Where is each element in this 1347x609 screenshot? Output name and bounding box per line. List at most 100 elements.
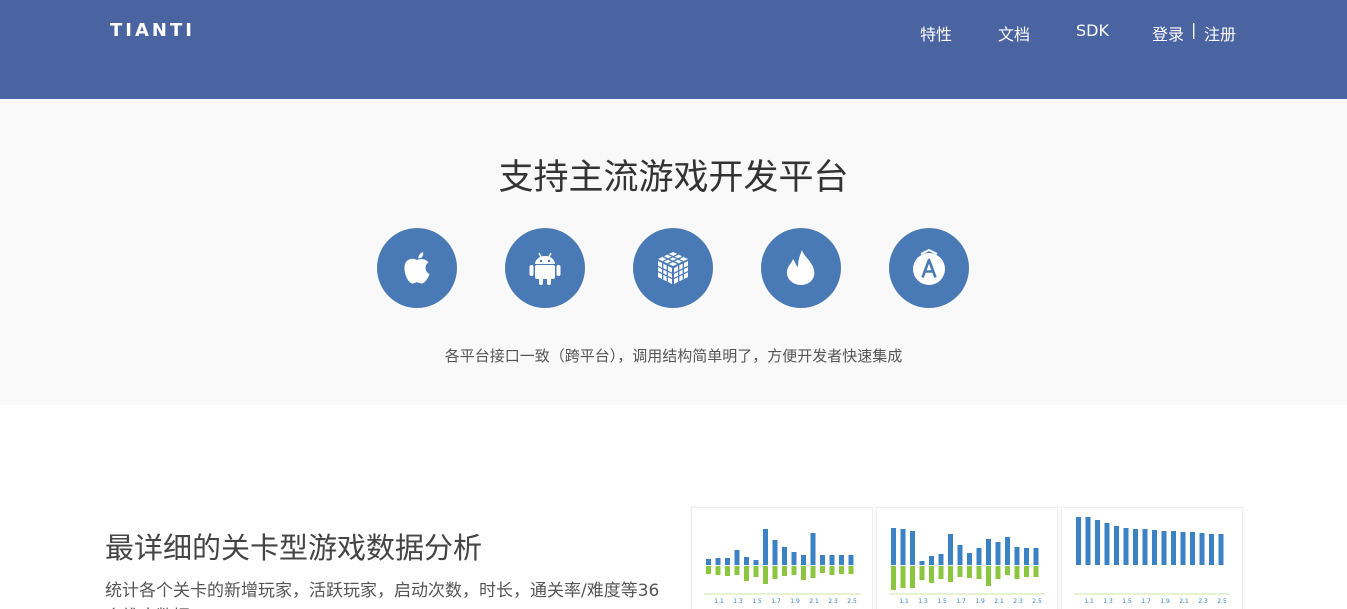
bar-positive bbox=[910, 531, 915, 565]
nav-sdk[interactable]: SDK bbox=[1076, 21, 1109, 40]
x-tick-label: 2.3 bbox=[1198, 598, 1208, 605]
flame-icon bbox=[786, 250, 815, 285]
flame-platform-badge[interactable] bbox=[761, 228, 841, 308]
bar-negative bbox=[791, 566, 797, 575]
x-tick-label: 1.7 bbox=[956, 598, 966, 605]
bar-negative bbox=[753, 566, 759, 577]
bar-negative bbox=[801, 566, 806, 580]
bar-positive bbox=[1033, 548, 1039, 565]
chart-thumbnail-3[interactable]: 1.1 1.3 1.5 1.7 1.9 2.1 2.3 2.5 bbox=[1061, 507, 1243, 609]
bar-negative bbox=[848, 566, 854, 574]
nav-features[interactable]: 特性 bbox=[920, 21, 952, 45]
platform-section: 支持主流游戏开发平台 各平台接口一致（跨平台），调用结构简单明了，方便开发者快速… bbox=[0, 99, 1347, 405]
bar-negative bbox=[957, 566, 963, 577]
bar-positive bbox=[734, 550, 740, 565]
bar-positive bbox=[1024, 548, 1029, 565]
android-platform-badge[interactable] bbox=[505, 228, 585, 308]
bar-positive bbox=[763, 529, 768, 565]
bar-negative bbox=[744, 566, 749, 581]
x-tick-label: 2.5 bbox=[1217, 598, 1227, 605]
bar-negative bbox=[1024, 566, 1029, 577]
bar-positive bbox=[801, 555, 806, 565]
bar-positive bbox=[1114, 526, 1119, 565]
x-tick-label: 2.3 bbox=[828, 598, 838, 605]
x-tick-label: 1.5 bbox=[1122, 598, 1132, 605]
bar-positive bbox=[1123, 528, 1129, 565]
bar-positive bbox=[891, 528, 896, 565]
bar-positive bbox=[900, 529, 906, 565]
bar-positive bbox=[706, 559, 711, 565]
bar-negative bbox=[772, 566, 778, 579]
bar-positive bbox=[1171, 531, 1176, 565]
bar-negative bbox=[829, 566, 835, 575]
feature-description: 统计各个关卡的新增玩家，活跃玩家，启动次数，时长，通关率/难度等36个维度数据 bbox=[105, 581, 660, 609]
chart-thumbnail-1[interactable]: 1.1 1.3 1.5 1.7 1.9 2.1 2.3 2.5 bbox=[691, 507, 873, 609]
x-tick-label: 1.7 bbox=[1141, 598, 1151, 605]
bar-positive bbox=[1095, 520, 1100, 565]
bar-positive bbox=[948, 534, 953, 565]
x-tick-label: 2.1 bbox=[809, 598, 819, 605]
bar-positive bbox=[976, 548, 982, 565]
a-badge-icon bbox=[913, 248, 945, 285]
x-tick-label: 1.1 bbox=[899, 598, 909, 605]
bar-positive bbox=[938, 554, 944, 565]
header-bar: TIANTI 特性 文档 SDK 登录 | 注册 bbox=[0, 0, 1347, 99]
bar-negative bbox=[938, 566, 944, 579]
bar-positive bbox=[753, 560, 759, 565]
a-platform-badge[interactable] bbox=[889, 228, 969, 308]
bar-positive bbox=[715, 558, 721, 565]
bar-negative bbox=[820, 566, 825, 573]
bar-negative bbox=[1033, 566, 1039, 577]
bar-negative bbox=[715, 566, 721, 575]
bar-positive bbox=[820, 555, 825, 565]
chart-thumbnail-2[interactable]: 1.1 1.3 1.5 1.7 1.9 2.1 2.3 2.5 bbox=[876, 507, 1058, 609]
logo[interactable]: TIANTI bbox=[110, 20, 195, 41]
bar-negative bbox=[948, 566, 953, 582]
bar-negative bbox=[706, 566, 711, 574]
bar-positive bbox=[1005, 537, 1010, 565]
bar-negative bbox=[891, 566, 896, 590]
x-tick-label: 1.5 bbox=[937, 598, 947, 605]
bar-positive bbox=[1152, 530, 1157, 565]
bar-positive bbox=[995, 542, 1001, 565]
nav-register[interactable]: 注册 bbox=[1204, 21, 1236, 45]
apple-platform-badge[interactable] bbox=[377, 228, 457, 308]
bar-positive bbox=[919, 561, 925, 565]
bar-positive bbox=[791, 552, 797, 565]
platform-description: 各平台接口一致（跨平台），调用结构简单明了，方便开发者快速集成 bbox=[444, 347, 903, 365]
bar-positive bbox=[1190, 532, 1195, 565]
bar-negative bbox=[929, 566, 934, 583]
bar-negative bbox=[734, 566, 740, 575]
bar-positive bbox=[1085, 517, 1091, 565]
bar-positive bbox=[986, 539, 991, 565]
bar-positive bbox=[1161, 531, 1167, 565]
bar-positive bbox=[1199, 533, 1205, 565]
feature-title: 最详细的关卡型游戏数据分析 bbox=[105, 531, 483, 565]
bar-positive bbox=[1218, 534, 1224, 565]
x-tick-label: 1.3 bbox=[1103, 598, 1113, 605]
bar-positive bbox=[782, 547, 787, 565]
x-tick-label: 1.1 bbox=[1084, 598, 1094, 605]
bar-positive bbox=[1133, 529, 1138, 565]
cube-icon bbox=[657, 252, 689, 284]
android-icon bbox=[529, 252, 561, 285]
x-tick-label: 2.3 bbox=[1013, 598, 1023, 605]
bar-chart-2: 1.1 1.3 1.5 1.7 1.9 2.1 2.3 2.5 bbox=[889, 528, 1045, 605]
bar-positive bbox=[957, 545, 963, 565]
bar-positive bbox=[1142, 529, 1148, 565]
bar-positive bbox=[810, 533, 816, 565]
bar-negative bbox=[976, 566, 982, 579]
bar-negative bbox=[986, 566, 991, 586]
bar-negative bbox=[839, 566, 844, 574]
nav-login[interactable]: 登录 bbox=[1152, 21, 1184, 45]
x-tick-label: 1.5 bbox=[752, 598, 762, 605]
bar-positive bbox=[1180, 532, 1186, 565]
bar-positive bbox=[839, 555, 844, 565]
cube-platform-badge[interactable] bbox=[633, 228, 713, 308]
bar-negative bbox=[1014, 566, 1020, 579]
x-tick-label: 1.9 bbox=[790, 598, 800, 605]
nav-docs[interactable]: 文档 bbox=[998, 21, 1030, 45]
bar-negative bbox=[910, 566, 915, 588]
bar-positive bbox=[1209, 534, 1214, 565]
bar-negative bbox=[1005, 566, 1010, 575]
